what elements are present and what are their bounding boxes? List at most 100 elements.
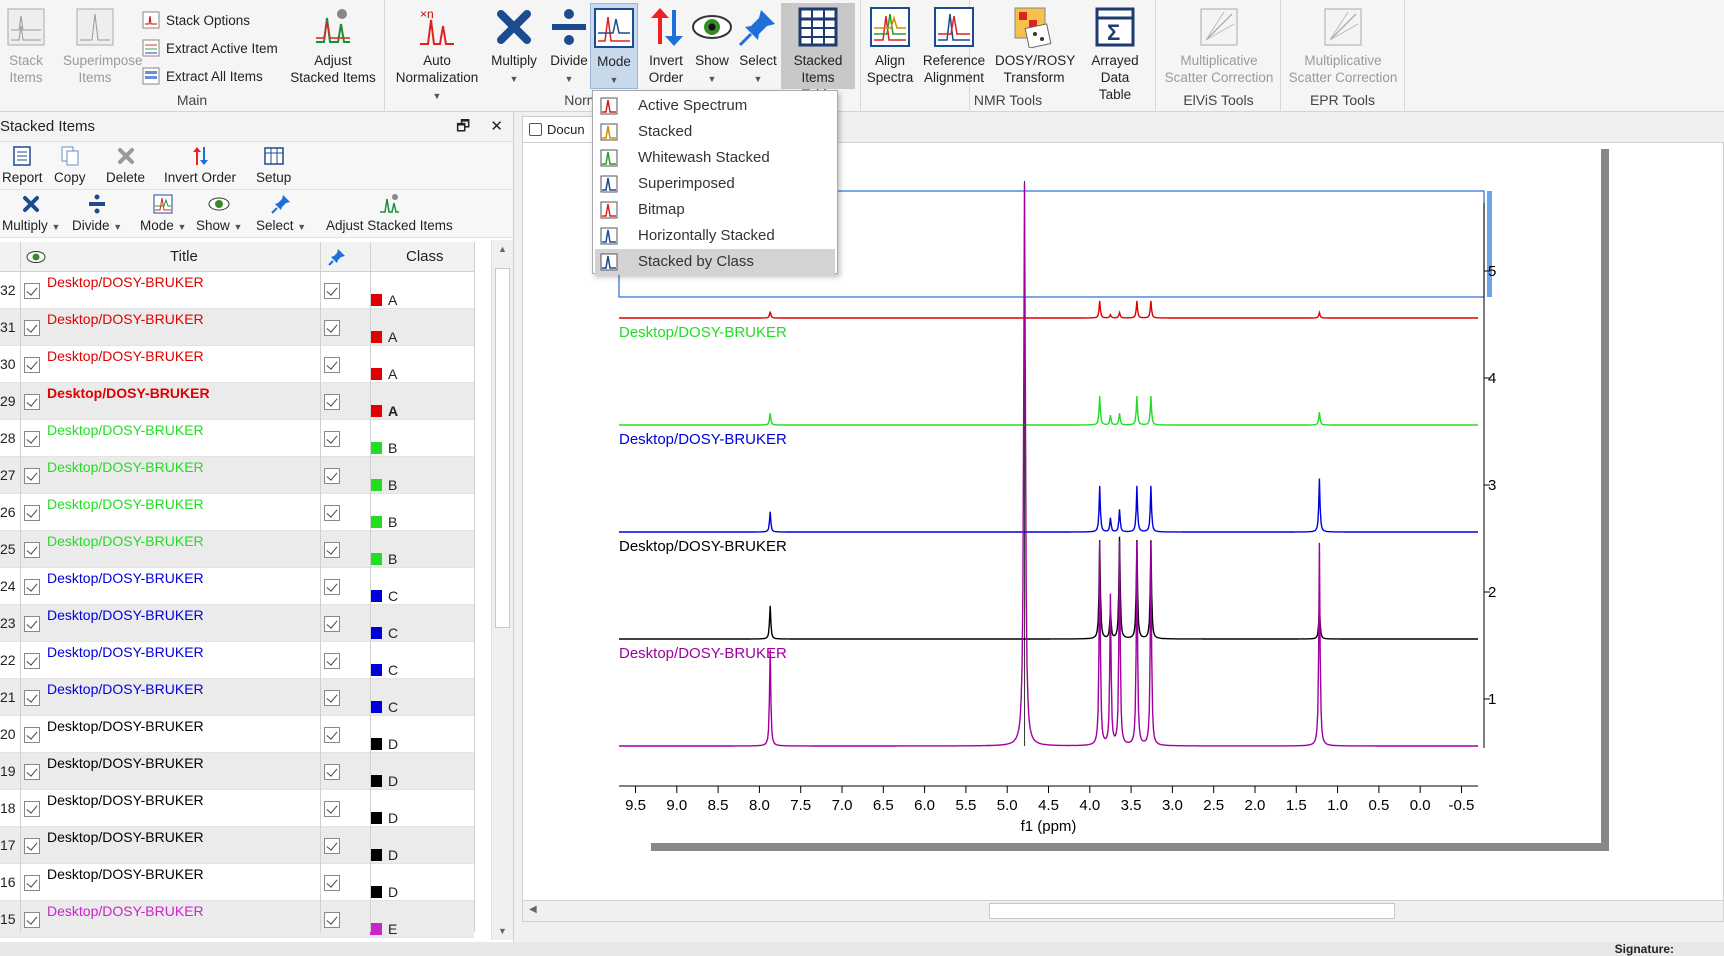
visibility-checkbox[interactable]	[24, 727, 42, 743]
visibility-checkbox[interactable]	[24, 690, 42, 706]
visibility-checkbox[interactable]	[24, 579, 42, 595]
eye-icon[interactable]	[26, 249, 46, 265]
column-header-class[interactable]: Class	[406, 248, 444, 265]
table-row[interactable]: 15 Desktop/DOSY-BRUKER E	[0, 901, 474, 938]
reference-alignment-button[interactable]: Reference Alignment	[919, 6, 989, 86]
stacked-items-table-button[interactable]: Stacked Items Table	[781, 3, 855, 102]
table-row[interactable]: 25 Desktop/DOSY-BRUKER B	[0, 531, 474, 568]
visibility-checkbox[interactable]	[24, 283, 42, 299]
column-header-title[interactable]: Title	[170, 248, 198, 265]
panel-multiply-button[interactable]: Multiply ▼	[2, 193, 60, 235]
table-row[interactable]: 16 Desktop/DOSY-BRUKER D	[0, 864, 474, 901]
table-row[interactable]: 24 Desktop/DOSY-BRUKER C	[0, 568, 474, 605]
mode-menu-item[interactable]: Stacked	[595, 119, 835, 145]
extract-active-item-button[interactable]: Extract Active Item	[142, 36, 278, 60]
visibility-checkbox[interactable]	[24, 616, 42, 632]
scroll-left-icon[interactable]: ◀	[529, 904, 537, 915]
select-checkbox[interactable]	[324, 394, 342, 410]
select-checkbox[interactable]	[324, 653, 342, 669]
report-button[interactable]: Report	[2, 145, 43, 185]
extract-all-items-button[interactable]: Extract All Items	[142, 64, 263, 88]
row-title[interactable]: Desktop/DOSY-BRUKER	[47, 348, 317, 385]
visibility-checkbox[interactable]	[24, 764, 42, 780]
select-checkbox[interactable]	[324, 801, 342, 817]
table-row[interactable]: 27 Desktop/DOSY-BRUKER B	[0, 457, 474, 494]
stack-options-button[interactable]: Stack Options	[142, 8, 250, 32]
row-title[interactable]: Desktop/DOSY-BRUKER	[47, 681, 317, 718]
select-checkbox[interactable]	[324, 875, 342, 891]
table-row[interactable]: 30 Desktop/DOSY-BRUKER A	[0, 346, 474, 383]
table-row[interactable]: 32 Desktop/DOSY-BRUKER A	[0, 272, 474, 309]
table-row[interactable]: 18 Desktop/DOSY-BRUKER D	[0, 790, 474, 827]
table-row[interactable]: 29 Desktop/DOSY-BRUKER A	[0, 383, 474, 420]
row-title[interactable]: Desktop/DOSY-BRUKER	[47, 570, 317, 607]
select-checkbox[interactable]	[324, 468, 342, 484]
horizontal-scrollbar[interactable]: ◀	[522, 900, 1724, 922]
row-title[interactable]: Desktop/DOSY-BRUKER	[47, 533, 317, 570]
select-checkbox[interactable]	[324, 764, 342, 780]
select-checkbox[interactable]	[324, 579, 342, 595]
epr-msc-button[interactable]: Multiplicative Scatter Correction	[1285, 6, 1401, 86]
row-title[interactable]: Desktop/DOSY-BRUKER	[47, 644, 317, 681]
select-checkbox[interactable]	[324, 542, 342, 558]
multiply-button[interactable]: Multiply ▼	[488, 6, 540, 88]
visibility-checkbox[interactable]	[24, 320, 42, 336]
panel-divide-button[interactable]: Divide ▼	[72, 193, 122, 235]
panel-select-button[interactable]: Select ▼	[256, 193, 306, 235]
dosy-rosy-transform-button[interactable]: DOSY/ROSY Transform	[995, 6, 1075, 86]
adjust-stacked-items-button[interactable]: Adjust Stacked Items	[288, 6, 378, 86]
divide-button[interactable]: Divide ▼	[543, 6, 595, 88]
close-icon[interactable]: ✕	[490, 118, 503, 135]
mode-menu-item[interactable]: Superimposed	[595, 171, 835, 197]
restore-icon[interactable]: 🗗	[456, 118, 470, 135]
mode-button[interactable]: Mode ▼	[590, 3, 638, 89]
row-title[interactable]: Desktop/DOSY-BRUKER	[47, 311, 317, 348]
mode-menu-item[interactable]: Whitewash Stacked	[595, 145, 835, 171]
visibility-checkbox[interactable]	[24, 394, 42, 410]
stack-items-button[interactable]: Stack Items	[4, 6, 48, 86]
scrollbar-thumb[interactable]	[495, 268, 510, 628]
row-title[interactable]: Desktop/DOSY-BRUKER	[47, 607, 317, 644]
table-row[interactable]: 22 Desktop/DOSY-BRUKER C	[0, 642, 474, 679]
panel-mode-button[interactable]: Mode ▼	[140, 193, 186, 235]
row-title[interactable]: Desktop/DOSY-BRUKER	[47, 718, 317, 755]
mode-menu-item[interactable]: Bitmap	[595, 197, 835, 223]
select-checkbox[interactable]	[324, 912, 342, 928]
row-title[interactable]: Desktop/DOSY-BRUKER	[47, 903, 317, 940]
scroll-up-icon[interactable]: ▲	[492, 240, 513, 254]
visibility-checkbox[interactable]	[24, 875, 42, 891]
visibility-checkbox[interactable]	[24, 542, 42, 558]
visibility-checkbox[interactable]	[24, 357, 42, 373]
row-title[interactable]: Desktop/DOSY-BRUKER	[47, 274, 317, 311]
visibility-checkbox[interactable]	[24, 431, 42, 447]
select-checkbox[interactable]	[324, 838, 342, 854]
mode-menu-item[interactable]: Stacked by Class	[595, 249, 835, 275]
mode-menu-item[interactable]: Horizontally Stacked	[595, 223, 835, 249]
select-checkbox[interactable]	[324, 690, 342, 706]
row-title[interactable]: Desktop/DOSY-BRUKER	[47, 866, 317, 903]
row-title[interactable]: Desktop/DOSY-BRUKER	[47, 829, 317, 866]
visibility-checkbox[interactable]	[24, 801, 42, 817]
copy-button[interactable]: Copy	[54, 145, 86, 185]
select-checkbox[interactable]	[324, 505, 342, 521]
row-title[interactable]: Desktop/DOSY-BRUKER	[47, 792, 317, 829]
table-vertical-scrollbar[interactable]: ▲ ▼	[491, 240, 513, 940]
align-spectra-button[interactable]: Align Spectra	[865, 6, 915, 86]
table-row[interactable]: 31 Desktop/DOSY-BRUKER A	[0, 309, 474, 346]
table-row[interactable]: 19 Desktop/DOSY-BRUKER D	[0, 753, 474, 790]
select-checkbox[interactable]	[324, 357, 342, 373]
table-row[interactable]: 28 Desktop/DOSY-BRUKER B	[0, 420, 474, 457]
table-row[interactable]: 20 Desktop/DOSY-BRUKER D	[0, 716, 474, 753]
panel-show-button[interactable]: Show ▼	[196, 193, 242, 235]
row-title[interactable]: Desktop/DOSY-BRUKER	[47, 459, 317, 496]
table-row[interactable]: 26 Desktop/DOSY-BRUKER B	[0, 494, 474, 531]
select-button[interactable]: Select ▼	[734, 6, 782, 88]
select-checkbox[interactable]	[324, 283, 342, 299]
visibility-checkbox[interactable]	[24, 838, 42, 854]
visibility-checkbox[interactable]	[24, 505, 42, 521]
row-title[interactable]: Desktop/DOSY-BRUKER	[47, 755, 317, 792]
invert-order-button[interactable]: Invert Order	[642, 6, 690, 86]
scrollbar-thumb[interactable]	[989, 903, 1395, 919]
elvis-msc-button[interactable]: Multiplicative Scatter Correction	[1161, 6, 1277, 86]
row-title[interactable]: Desktop/DOSY-BRUKER	[47, 385, 317, 422]
